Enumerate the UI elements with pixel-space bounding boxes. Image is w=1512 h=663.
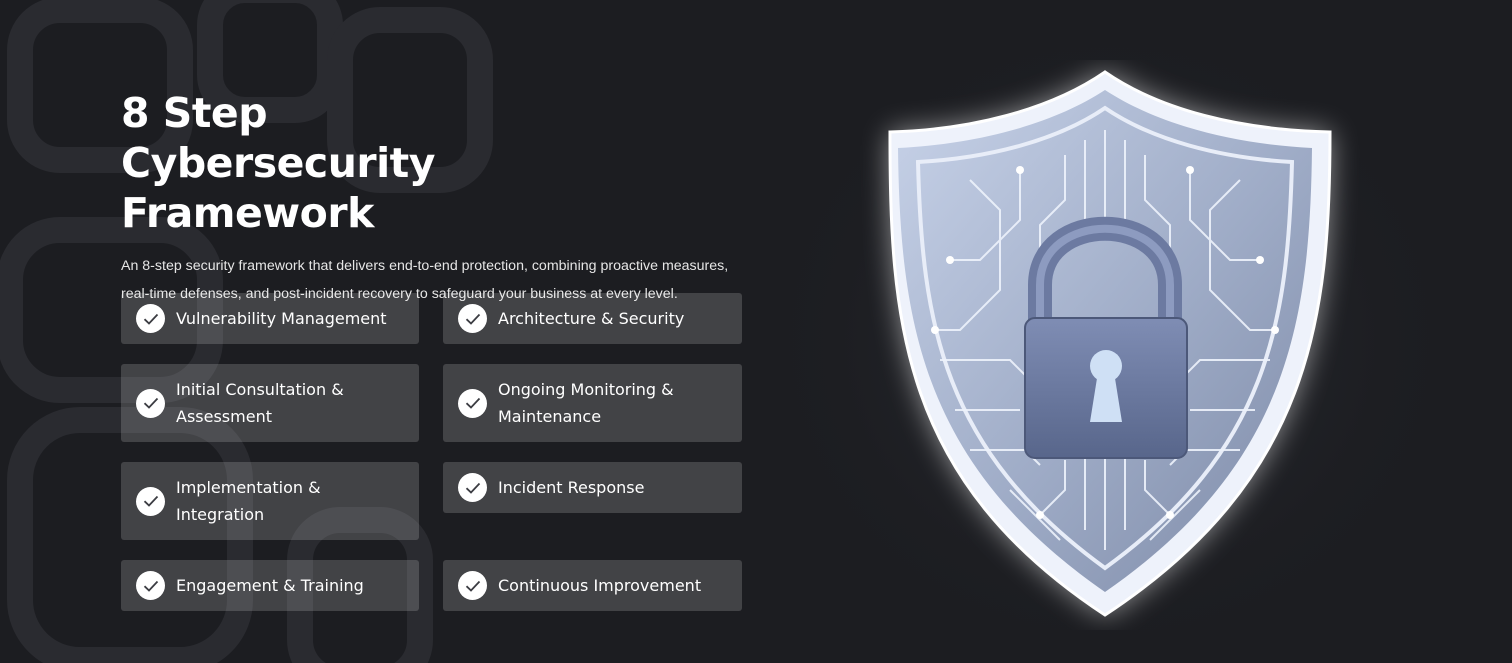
check-circle-icon — [458, 473, 487, 502]
page-title: 8 Step Cybersecurity Framework — [121, 89, 436, 237]
step-card-vulnerability-management: Vulnerability Management — [121, 293, 419, 344]
step-card-continuous-improvement: Continuous Improvement — [443, 560, 742, 611]
intro-block: 8 Step Cybersecurity Framework An 8-step… — [121, 88, 761, 308]
step-label: Implementation & Integration — [176, 478, 321, 524]
step-card-implementation-integration: Implementation & Integration — [121, 462, 419, 540]
step-card-engagement-training: Engagement & Training — [121, 560, 419, 611]
step-card-initial-consultation: Initial Consultation & Assessment — [121, 364, 419, 442]
step-label: Initial Consultation & Assessment — [176, 380, 344, 426]
check-circle-icon — [136, 388, 165, 418]
check-circle-icon — [458, 304, 487, 333]
step-card-architecture-security: Architecture & Security — [443, 293, 742, 344]
check-circle-icon — [136, 304, 165, 333]
step-label: Ongoing Monitoring & Maintenance — [498, 380, 674, 426]
check-circle-icon — [458, 388, 487, 418]
step-card-ongoing-monitoring: Ongoing Monitoring & Maintenance — [443, 364, 742, 442]
check-circle-icon — [458, 571, 487, 600]
step-label: Vulnerability Management — [176, 309, 387, 328]
step-card-incident-response: Incident Response — [443, 462, 742, 513]
check-circle-icon — [136, 571, 165, 600]
step-label: Continuous Improvement — [498, 576, 702, 595]
step-label: Engagement & Training — [176, 576, 364, 595]
step-label: Architecture & Security — [498, 309, 685, 328]
check-circle-icon — [136, 486, 165, 516]
step-label: Incident Response — [498, 478, 645, 497]
shield-padlock-illustration — [860, 60, 1360, 630]
